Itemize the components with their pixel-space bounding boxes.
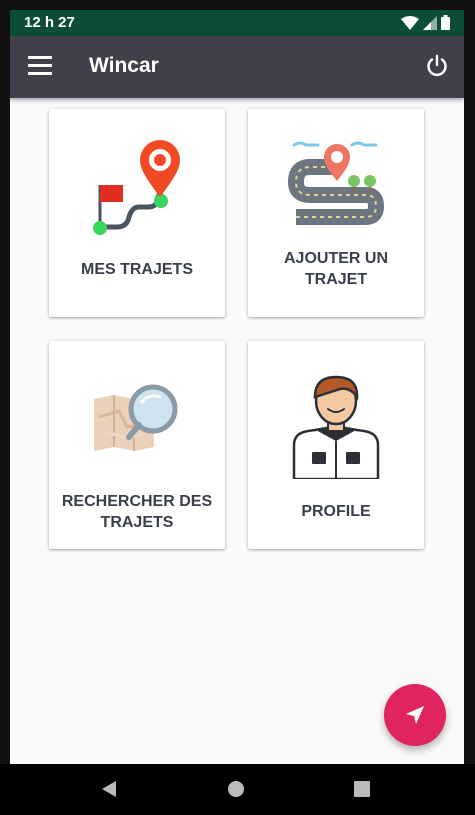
route-flag-pin-icon — [49, 137, 225, 242]
navigate-fab[interactable] — [384, 684, 446, 746]
home-button[interactable] — [227, 780, 245, 803]
hamburger-menu-icon — [28, 56, 52, 75]
recents-square-icon — [354, 781, 370, 797]
status-bar: 12 h 27 — [10, 10, 464, 36]
logout-button[interactable] — [425, 54, 449, 78]
system-nav-bar — [0, 764, 475, 815]
card-ajouter-un-trajet[interactable]: AJOUTER UN TRAJET — [248, 109, 424, 317]
card-label: PROFILE — [301, 503, 371, 520]
card-rechercher-des-trajets[interactable]: RECHERCHER DES TRAJETS — [49, 341, 225, 549]
card-label: AJOUTER UN TRAJET — [283, 250, 388, 288]
app-screen: 12 h 27 Wincar MES TRAJETS AJOUTER UN TR… — [10, 10, 464, 764]
power-icon — [427, 54, 447, 77]
card-mes-trajets[interactable]: MES TRAJETS — [49, 109, 225, 317]
winding-road-icon — [248, 137, 424, 232]
card-label: MES TRAJETS — [80, 261, 193, 278]
app-title: Wincar — [89, 54, 159, 77]
back-triangle-icon — [102, 781, 116, 797]
signal-icon — [423, 15, 437, 30]
wifi-icon — [401, 15, 419, 30]
battery-icon — [441, 15, 450, 30]
status-icons — [401, 15, 450, 30]
home-circle-icon — [228, 781, 244, 797]
navigation-arrow-icon — [406, 706, 424, 724]
menu-button[interactable] — [28, 56, 52, 76]
map-magnifier-icon — [49, 377, 225, 462]
status-time: 12 h 27 — [24, 14, 75, 31]
card-label: RECHERCHER DES TRAJETS — [61, 493, 213, 531]
driver-avatar-icon — [248, 367, 424, 484]
recents-button[interactable] — [353, 780, 371, 803]
app-bar: Wincar — [10, 36, 464, 98]
card-profile[interactable]: PROFILE — [248, 341, 424, 549]
back-button[interactable] — [100, 780, 118, 803]
